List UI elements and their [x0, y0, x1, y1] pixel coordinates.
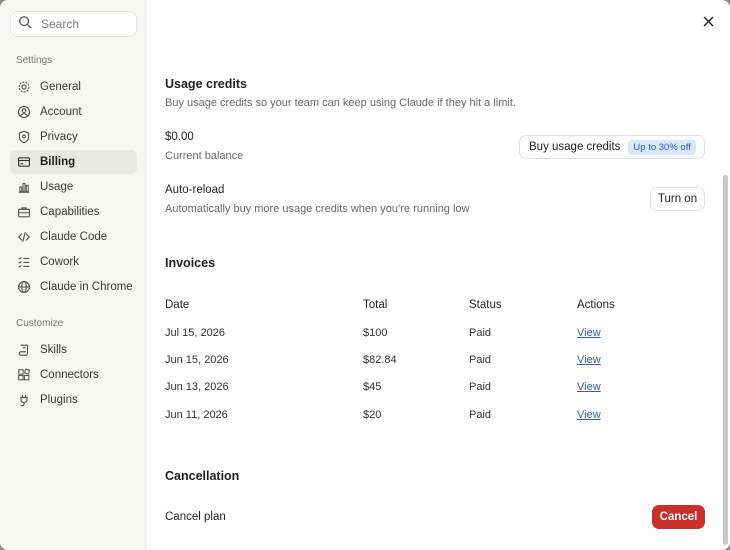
checklist-icon: [17, 255, 31, 269]
sidebar-item-label: Cowork: [40, 256, 79, 268]
sidebar-item-label: General: [40, 81, 81, 93]
view-invoice-link[interactable]: View: [577, 409, 601, 421]
turn-on-label: Turn on: [657, 193, 698, 205]
cancellation-title: Cancellation: [165, 469, 240, 483]
scroll-icon: [17, 343, 31, 357]
sidebar: Search Settings General Account Privacy: [0, 0, 147, 550]
sidebar-item-privacy[interactable]: Privacy: [10, 125, 137, 149]
sidebar-item-claude-in-chrome[interactable]: Claude in Chrome: [10, 275, 137, 299]
blocks-icon: [17, 368, 31, 382]
plug-icon: [17, 393, 31, 407]
invoice-date: Jun 13, 2026: [165, 381, 229, 393]
balance-value: $0.00: [165, 131, 194, 143]
search-icon: [18, 15, 32, 34]
shield-icon: [17, 130, 31, 144]
sidebar-item-label: Capabilities: [40, 206, 100, 218]
sidebar-item-label: Claude in Chrome: [40, 281, 133, 293]
code-icon: [17, 230, 31, 244]
sidebar-item-skills[interactable]: Skills: [10, 338, 137, 362]
sidebar-item-account[interactable]: Account: [10, 100, 137, 124]
sidebar-item-label: Claude Code: [40, 231, 108, 243]
scrollbar[interactable]: [723, 175, 728, 545]
invoice-date: Jul 15, 2026: [165, 327, 225, 339]
sidebar-item-label: Plugins: [40, 394, 78, 406]
user-icon: [17, 105, 31, 119]
usage-credits-title: Usage credits: [165, 77, 247, 91]
sidebar-item-label: Connectors: [40, 369, 99, 381]
card-icon: [17, 155, 31, 169]
auto-reload-title: Auto-reload: [165, 184, 225, 196]
cancel-plan-label: Cancel plan: [165, 511, 226, 523]
settings-section-label: Settings: [16, 55, 53, 66]
sidebar-item-claude-code[interactable]: Claude Code: [10, 225, 137, 249]
invoice-total: $82.84: [363, 354, 397, 366]
sidebar-item-billing[interactable]: Billing: [10, 150, 137, 174]
sidebar-item-general[interactable]: General: [10, 75, 137, 99]
turn-on-button[interactable]: Turn on: [650, 187, 705, 211]
invoice-total: $100: [363, 327, 388, 339]
column-header-status: Status: [469, 299, 502, 311]
toolbox-icon: [17, 205, 31, 219]
discount-badge: Up to 30% off: [628, 139, 696, 155]
invoice-date: Jun 11, 2026: [165, 409, 228, 421]
search-input[interactable]: Search: [10, 11, 137, 37]
invoice-status: Paid: [469, 327, 492, 339]
view-invoice-link[interactable]: View: [577, 327, 601, 339]
sidebar-item-label: Skills: [40, 344, 67, 356]
sidebar-item-label: Billing: [40, 156, 76, 168]
sidebar-item-label: Usage: [40, 181, 74, 193]
sidebar-item-usage[interactable]: Usage: [10, 175, 137, 199]
main-content: Usage credits Buy usage credits so your …: [165, 0, 705, 550]
column-header-total: Total: [363, 299, 388, 311]
sidebar-item-connectors[interactable]: Connectors: [10, 363, 137, 387]
balance-label: Current balance: [165, 150, 244, 162]
sidebar-item-plugins[interactable]: Plugins: [10, 388, 137, 412]
invoice-status: Paid: [469, 381, 492, 393]
column-header-date: Date: [165, 299, 190, 311]
column-header-actions: Actions: [577, 299, 615, 311]
sidebar-item-cowork[interactable]: Cowork: [10, 250, 137, 274]
buy-button-label: Buy usage credits: [529, 141, 621, 153]
gear-icon: [17, 80, 31, 94]
customize-section-label: Customize: [16, 318, 64, 329]
auto-reload-description: Automatically buy more usage credits whe…: [165, 203, 470, 215]
invoice-status: Paid: [469, 409, 492, 421]
settings-window: Search Settings General Account Privacy: [0, 0, 730, 550]
invoice-total: $20: [363, 409, 382, 421]
sidebar-item-label: Privacy: [40, 131, 78, 143]
invoice-status: Paid: [469, 354, 492, 366]
sidebar-item-label: Account: [40, 106, 82, 118]
bar-chart-icon: [17, 180, 31, 194]
sidebar-item-capabilities[interactable]: Capabilities: [10, 200, 137, 224]
cancel-plan-button[interactable]: Cancel: [652, 505, 705, 529]
usage-credits-description: Buy usage credits so your team can keep …: [165, 97, 516, 109]
invoices-title: Invoices: [165, 256, 216, 270]
search-placeholder: Search: [41, 17, 80, 31]
invoice-total: $45: [363, 381, 382, 393]
globe-icon: [17, 280, 31, 294]
buy-usage-credits-button[interactable]: Buy usage credits Up to 30% off: [519, 135, 705, 159]
invoice-date: Jun 15, 2026: [165, 354, 229, 366]
view-invoice-link[interactable]: View: [577, 354, 601, 366]
view-invoice-link[interactable]: View: [577, 381, 601, 393]
